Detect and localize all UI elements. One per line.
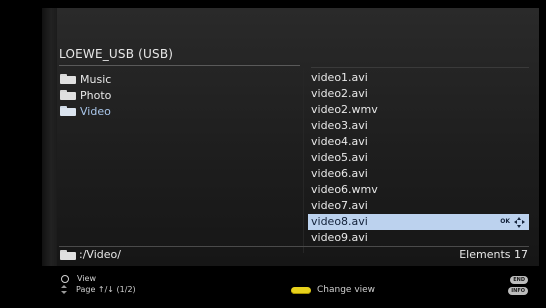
folder-list: Music Photo Video bbox=[60, 71, 111, 119]
file-item[interactable]: video7.avi bbox=[308, 198, 529, 214]
file-label: video9.avi bbox=[311, 231, 368, 244]
panel-left-strip bbox=[42, 8, 57, 266]
folder-item-photo[interactable]: Photo bbox=[60, 87, 111, 103]
file-label: video7.avi bbox=[311, 199, 368, 212]
footer-rule bbox=[59, 246, 529, 247]
page-label: Page ↑/↓ (1/2) bbox=[76, 285, 136, 294]
folder-icon bbox=[60, 249, 76, 260]
device-title: LOEWE_USB (USB) bbox=[59, 47, 174, 61]
ok-icon: OK bbox=[500, 218, 510, 225]
change-view-legend[interactable]: Change view bbox=[291, 285, 375, 295]
file-label: video2.wmv bbox=[311, 103, 378, 116]
folder-label: Music bbox=[80, 72, 112, 86]
info-key-badge[interactable]: INFO bbox=[508, 287, 528, 295]
dpad-icon bbox=[514, 216, 525, 228]
file-label: video3.avi bbox=[311, 119, 368, 132]
change-view-label: Change view bbox=[317, 285, 376, 295]
file-label: video8.avi bbox=[311, 215, 368, 228]
file-label: video6.wmv bbox=[311, 183, 378, 196]
folder-label: Photo bbox=[80, 88, 112, 102]
file-label: video1.avi bbox=[311, 71, 368, 84]
folder-item-video[interactable]: Video bbox=[60, 103, 111, 119]
legend-page: Page ↑/↓ (1/2) bbox=[60, 285, 136, 294]
file-item[interactable]: video2.avi bbox=[308, 86, 529, 102]
file-item[interactable]: video5.avi bbox=[308, 150, 529, 166]
column-divider bbox=[303, 68, 304, 253]
folder-icon bbox=[60, 106, 76, 116]
page-updown-icon bbox=[60, 285, 68, 294]
ok-ring-icon bbox=[61, 274, 69, 283]
screen: LOEWE_USB (USB) Music Photo Video video1… bbox=[0, 0, 546, 308]
header-rule-right bbox=[311, 67, 529, 68]
header-rule-left bbox=[59, 65, 300, 66]
file-item-selected[interactable]: video8.avi OK bbox=[308, 214, 529, 230]
folder-item-music[interactable]: Music bbox=[60, 71, 111, 87]
file-item[interactable]: video1.avi bbox=[308, 70, 529, 86]
path-bar: :/Video/ bbox=[60, 248, 121, 261]
legend-view: View bbox=[60, 274, 96, 283]
elements-count: Elements 17 bbox=[459, 248, 528, 261]
file-label: video4.avi bbox=[311, 135, 368, 148]
file-item[interactable]: video9.avi bbox=[308, 230, 529, 246]
view-label: View bbox=[77, 274, 96, 283]
yellow-key-icon bbox=[291, 286, 311, 294]
file-item[interactable]: video6.avi bbox=[308, 166, 529, 182]
path-label: :/Video/ bbox=[79, 248, 121, 261]
file-list: video1.avi video2.avi video2.wmv video3.… bbox=[308, 70, 529, 246]
file-item[interactable]: video3.avi bbox=[308, 118, 529, 134]
file-label: video6.avi bbox=[311, 167, 368, 180]
folder-label: Video bbox=[80, 104, 111, 118]
end-key-badge[interactable]: END bbox=[510, 276, 528, 284]
file-item[interactable]: video2.wmv bbox=[308, 102, 529, 118]
file-item[interactable]: video4.avi bbox=[308, 134, 529, 150]
folder-icon bbox=[60, 74, 76, 84]
file-item[interactable]: video6.wmv bbox=[308, 182, 529, 198]
selection-icons: OK bbox=[499, 214, 525, 230]
file-label: video2.avi bbox=[311, 87, 368, 100]
folder-icon bbox=[60, 90, 76, 100]
file-label: video5.avi bbox=[311, 151, 368, 164]
